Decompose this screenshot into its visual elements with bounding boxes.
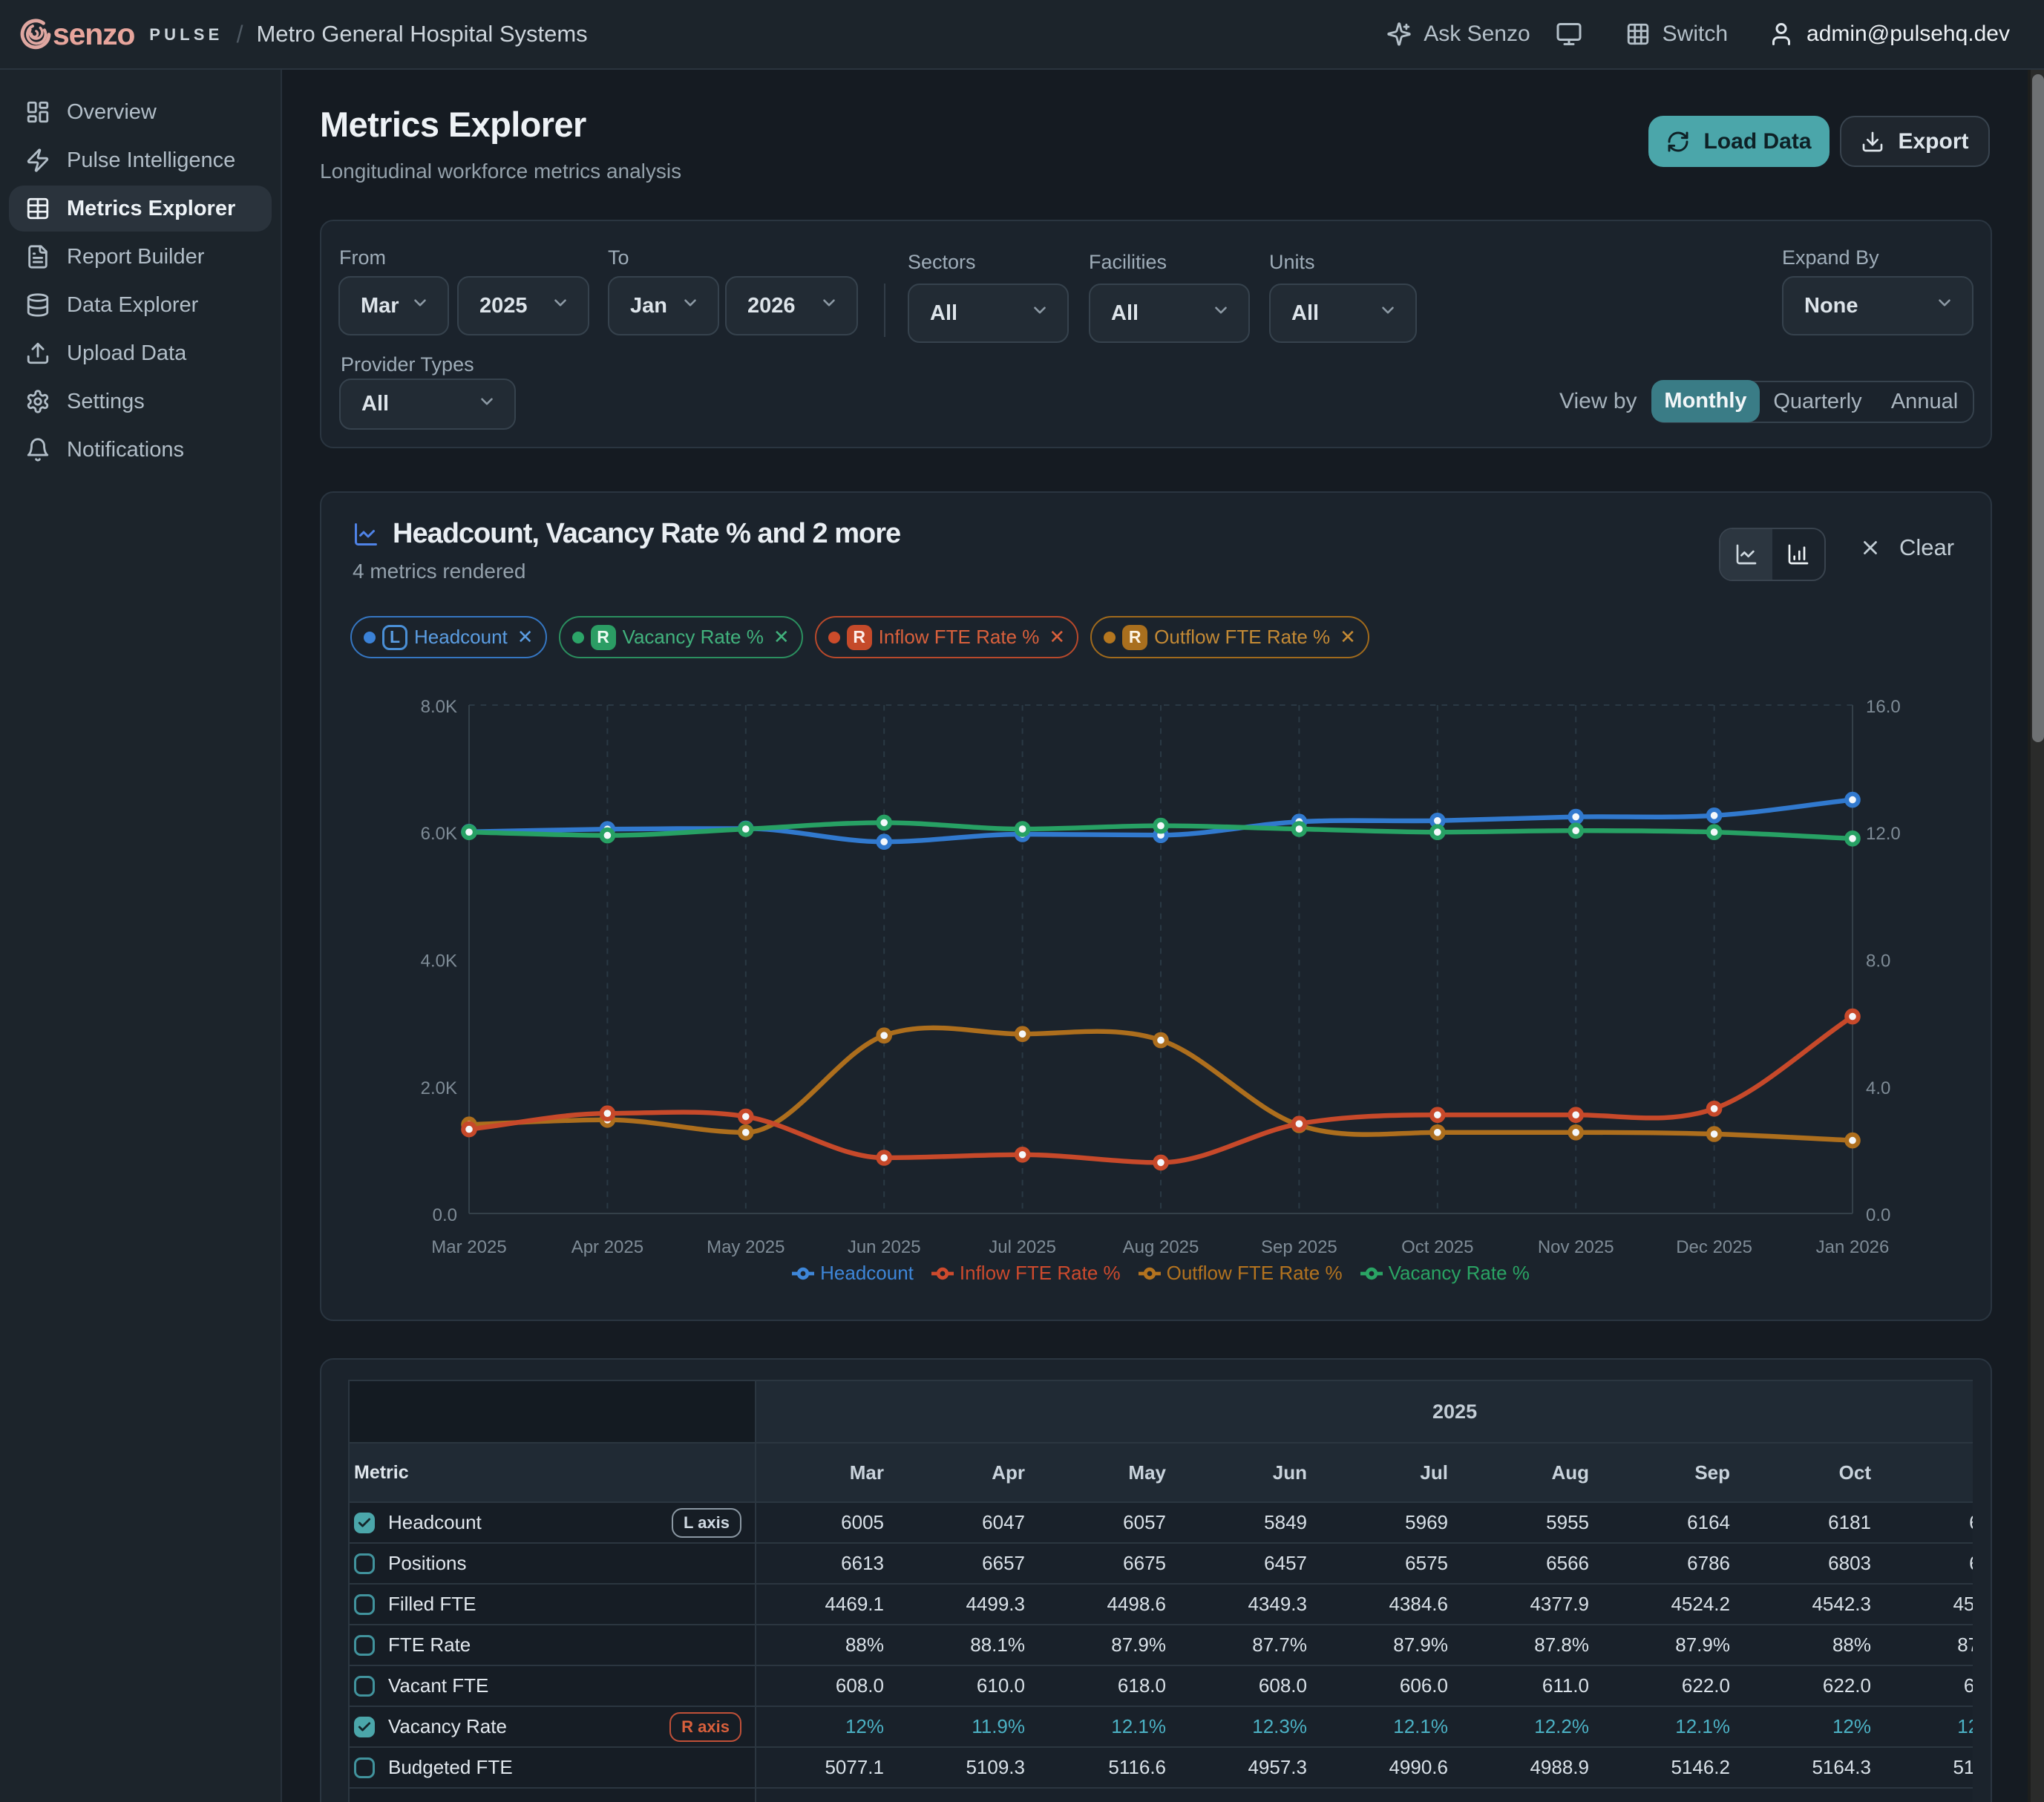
svg-text:Dec 2025: Dec 2025 (1676, 1237, 1752, 1257)
svg-text:4.0: 4.0 (1866, 1078, 1890, 1098)
svg-text:Oct 2025: Oct 2025 (1401, 1237, 1473, 1257)
svg-text:Mar 2025: Mar 2025 (431, 1237, 506, 1257)
svg-text:16.0: 16.0 (1866, 697, 1901, 717)
svg-text:Sep 2025: Sep 2025 (1261, 1237, 1337, 1257)
svg-text:4.0K: 4.0K (421, 951, 457, 971)
svg-text:Jun 2025: Jun 2025 (848, 1237, 921, 1257)
svg-text:12.0: 12.0 (1866, 824, 1901, 844)
svg-text:Apr 2025: Apr 2025 (571, 1237, 643, 1257)
svg-text:2.0K: 2.0K (421, 1078, 457, 1098)
svg-text:May 2025: May 2025 (707, 1237, 784, 1257)
svg-text:6.0K: 6.0K (421, 824, 457, 844)
svg-text:Jul 2025: Jul 2025 (989, 1237, 1056, 1257)
svg-text:8.0K: 8.0K (421, 697, 457, 717)
svg-text:8.0: 8.0 (1866, 951, 1890, 971)
svg-text:Aug 2025: Aug 2025 (1123, 1237, 1199, 1257)
svg-text:Jan 2026: Jan 2026 (1816, 1237, 1890, 1257)
svg-text:Nov 2025: Nov 2025 (1538, 1237, 1614, 1257)
svg-text:0.0: 0.0 (1866, 1205, 1890, 1225)
svg-text:0.0: 0.0 (433, 1205, 457, 1225)
